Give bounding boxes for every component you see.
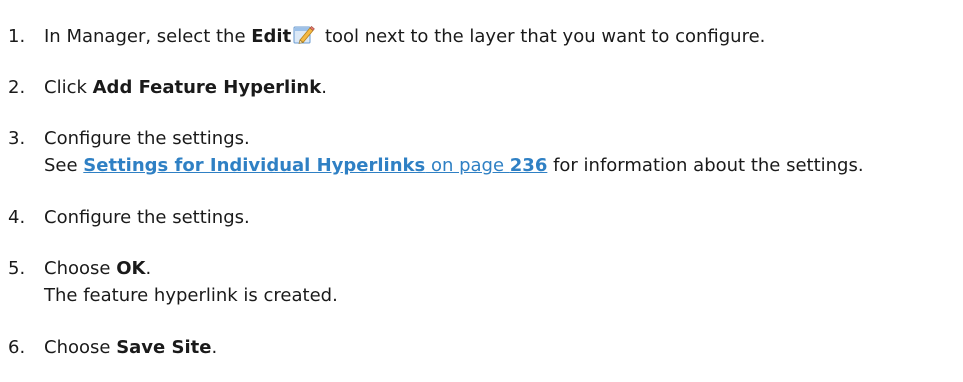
step-text: In Manager, select the Edit tool next to… [44,25,765,49]
step-prefix: Choose [44,337,117,358]
add-feature-hyperlink-label: Add Feature Hyperlink [92,77,322,98]
save-site-label: Save Site [116,337,212,358]
step-number: 4. [8,207,26,228]
step-suffix: . [211,337,218,358]
ok-label: OK [116,258,146,279]
note-suffix: for information about the settings. [547,155,864,176]
edit-tool-name: Edit [251,26,292,47]
step-text: Configure the settings. [44,128,250,149]
link-page-number: 236 [509,155,548,176]
step-prefix: Click [44,77,93,98]
step-suffix: tool next to the layer that you want to … [319,26,766,47]
step-number: 6. [8,337,26,358]
edit-pencil-icon [293,25,316,45]
step-suffix: . [145,258,152,279]
step-number: 5. [8,258,26,279]
step-number: 3. [8,128,26,149]
step-prefix: Choose [44,258,117,279]
step-suffix: . [321,77,327,98]
link-title: Settings for Individual Hyperlinks [83,155,426,176]
step-prefix: In Manager, select the [44,26,252,47]
step-text: Choose Save Site. [44,336,217,360]
step-text: Choose OK. [44,257,151,281]
note-prefix: See [44,155,84,176]
result-note: The feature hyperlink is created. [44,285,338,306]
settings-hyperlinks-link[interactable]: Settings for Individual Hyperlinks on pa… [83,155,547,176]
step-number: 1. [8,26,26,47]
step-text: Click Add Feature Hyperlink. [44,76,327,100]
cross-reference-note: See Settings for Individual Hyperlinks o… [44,154,864,178]
step-text: Configure the settings. [44,207,250,228]
step-number: 2. [8,77,26,98]
link-page-label: on page [425,155,510,176]
